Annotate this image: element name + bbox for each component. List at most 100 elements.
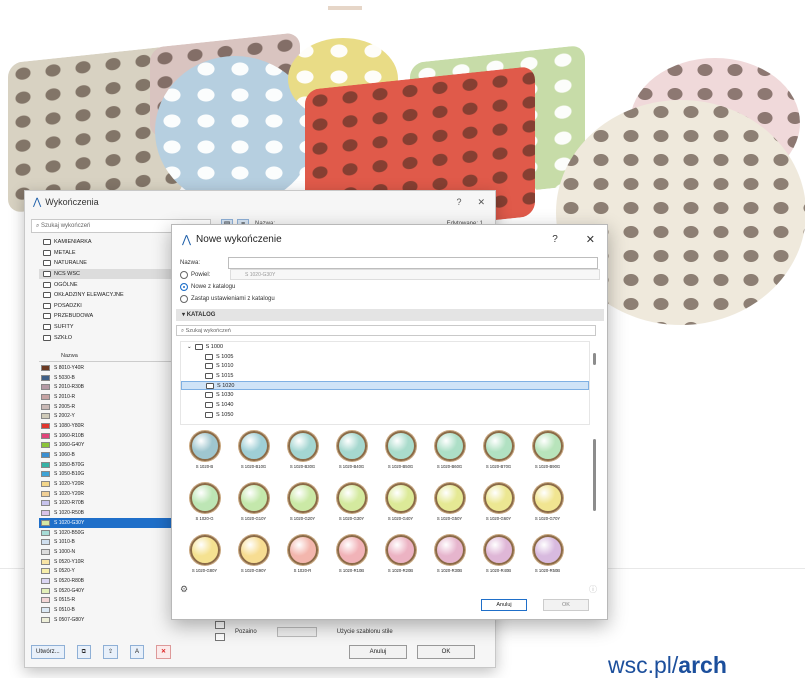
swatch-tile[interactable]: S 1020-R20B [378,535,423,579]
tree-item[interactable]: S 1040 [181,400,589,410]
folder-item[interactable]: PRZEBUDOWA [39,311,189,322]
radio-duplicate[interactable]: Powiel: [180,271,210,279]
radio-new-from-catalog[interactable]: Nowe z katalogu [180,283,235,291]
swatch-tile[interactable]: S 1020-B90G [525,431,570,475]
list-item[interactable]: S 1000-N [39,547,189,557]
radio-button-selected[interactable] [180,283,188,291]
catalog-search-input[interactable]: ⌕ Szukaj wykończeń [176,325,596,336]
swatch-tile[interactable]: S 1020-B10G [231,431,276,475]
radio-button[interactable] [180,271,188,279]
help-icon[interactable]: ? [552,234,558,245]
swatch-tile[interactable]: S 1020-R30B [427,535,472,579]
swatch-tile[interactable]: S 1020-R10B [329,535,374,579]
delete-button[interactable]: ✕ [156,645,172,659]
list-item[interactable]: S 2005-R [39,402,189,412]
swatch-tile[interactable]: S 1020-B60G [427,431,472,475]
list-item[interactable]: S 0507-G80Y [39,615,189,625]
folder-item[interactable]: SZKŁO [39,332,189,343]
folder-item[interactable]: POSADZKI [39,301,189,312]
swatch-tile[interactable]: S 1020-B [182,431,227,475]
folder-item[interactable]: OGÓLNE [39,279,189,290]
swatch-tile[interactable]: S 1020-G60Y [476,483,521,527]
folder-item[interactable]: NCS WSC [39,268,189,280]
list-item[interactable]: S 0520-Y10R [39,557,189,567]
list-item[interactable]: S 1050-B10G [39,470,189,480]
swatch-tile[interactable]: S 1020-G50Y [427,483,472,527]
duplicate-button[interactable]: ⧉ [76,645,91,659]
tree-root[interactable]: ⌄ S 1000 [181,342,589,352]
list-item[interactable]: S 0510-B [39,605,189,615]
close-icon[interactable]: ✕ [477,197,485,208]
checkbox[interactable] [215,621,225,629]
list-item[interactable]: S 8010-Y40R [39,363,189,373]
duplicate-source-select[interactable]: S 1020-G30Y [230,269,600,280]
swatch-tile[interactable]: S 1020-B50G [378,431,423,475]
list-item[interactable]: S 5030-B [39,373,189,383]
list-item[interactable]: S 1020-Y20R [39,479,189,489]
list-item[interactable]: S 1020-R50B [39,508,189,518]
list-item[interactable]: S 2002-Y [39,411,189,421]
grid-scrollbar[interactable] [593,439,596,511]
ok-button[interactable]: OK [417,645,475,659]
list-item[interactable]: S 0515-R [39,596,189,606]
list-item[interactable]: S 1080-Y80R [39,421,189,431]
swatch-tile[interactable]: S 1020-R [280,535,325,579]
list-item[interactable]: S 1060-G40Y [39,441,189,451]
dropdown[interactable] [276,627,317,637]
folder-item[interactable]: SUFITY [39,322,189,333]
help-icon[interactable]: ? [456,197,461,208]
cancel-button[interactable]: Anuluj [481,599,527,611]
swatch-tile[interactable]: S 1020-G70Y [525,483,570,527]
list-item[interactable]: S 1060-R10B [39,431,189,441]
tree-scrollbar[interactable] [593,353,596,365]
swatch-tile[interactable]: S 1020-G40Y [378,483,423,527]
tree-item[interactable]: S 1030 [181,390,589,400]
list-item[interactable]: S 1050-B70G [39,460,189,470]
list-item[interactable]: S 1020-G30Y [39,518,189,528]
list-item[interactable]: S 1020-Y20R [39,489,189,499]
tree-item[interactable]: S 1020 [181,380,589,391]
swatch-tile[interactable]: S 1020-B30G [280,431,325,475]
list-item[interactable]: S 1060-B [39,450,189,460]
ok-button[interactable]: OK [543,599,589,611]
tree-item[interactable]: S 1005 [181,352,589,362]
list-item[interactable]: S 0520-G40Y [39,586,189,596]
folder-item[interactable]: METALE [39,248,189,259]
close-icon[interactable]: ✕ [586,233,595,246]
list-item[interactable]: S 0520-R80B [39,576,189,586]
swatch-tile[interactable]: S 1020-B70G [476,431,521,475]
catalog-section-header[interactable]: ▾ KATALOG [176,309,604,321]
swatch-tile[interactable]: S 1020-G [182,483,227,527]
cancel-button[interactable]: Anuluj [349,645,407,659]
swatch-tile[interactable]: S 1020-G30Y [329,483,374,527]
create-button[interactable]: Utwórz... [31,645,65,659]
swatch-tile[interactable]: S 1020-G10Y [231,483,276,527]
swatch-tile[interactable]: S 1020-G90Y [231,535,276,579]
import-button[interactable]: ⇪ [102,645,118,659]
folder-item[interactable]: OKŁADZINY ELEWACYJNE [39,290,189,301]
radio-button[interactable] [180,295,188,303]
list-item[interactable]: S 2010-R30B [39,382,189,392]
tree-item[interactable]: S 1010 [181,361,589,371]
rename-button[interactable]: A [130,645,145,659]
swatch-tile[interactable]: S 1020-G80Y [182,535,227,579]
settings-icon[interactable]: ⚙ [180,584,188,595]
tree-item[interactable]: S 1015 [181,371,589,381]
swatch-tile[interactable]: S 1020-R50B [525,535,570,579]
list-item[interactable]: S 0520-Y [39,566,189,576]
checkbox[interactable] [215,633,225,641]
list-item[interactable]: S 2010-R [39,392,189,402]
list-item[interactable]: S 1010-B [39,537,189,547]
brand-url[interactable]: wsc.pl/arch [608,652,727,678]
folder-item[interactable]: KAMIENIARKA [39,237,189,248]
list-item[interactable]: S 1020-R70B [39,499,189,509]
swatch-tile[interactable]: S 1020-B40G [329,431,374,475]
tree-item[interactable]: S 1050 [181,410,589,420]
list-item[interactable]: S 1020-B50G [39,528,189,538]
color-swatch [41,413,50,420]
folder-item[interactable]: NATURALNE [39,258,189,269]
swatch-tile[interactable]: S 1020-G20Y [280,483,325,527]
radio-replace-from-catalog[interactable]: Zastąp ustawieniami z katalogu [180,295,275,303]
swatch-tile[interactable]: S 1020-R40B [476,535,521,579]
name-input[interactable] [228,257,598,269]
